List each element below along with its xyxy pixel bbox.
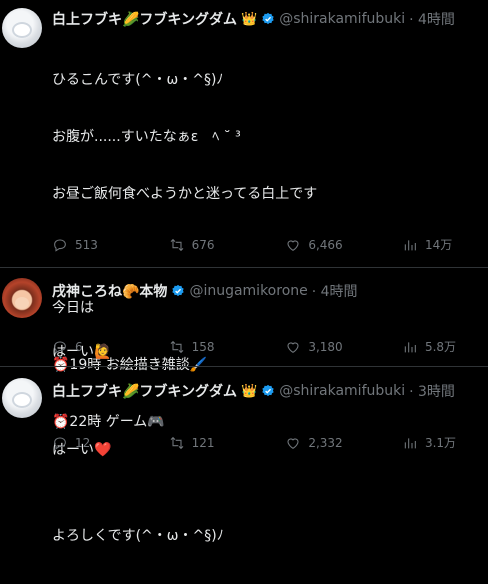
view-count: 5.8万	[424, 340, 457, 354]
divider	[0, 267, 488, 268]
tweet-header: 白上フブキ🌽フブキングダム 👑 @shirakamifubuki · 4時間	[52, 9, 455, 29]
views-button[interactable]: 3.1万	[402, 434, 462, 451]
reply-icon	[54, 238, 66, 252]
tweet-actions: 513 676 6,466 14万	[52, 236, 462, 253]
text-line: お昼ご飯何食べようかと迷ってる白上です	[52, 186, 318, 202]
reply-button[interactable]: 12	[52, 434, 112, 451]
divider	[0, 366, 488, 367]
reply-icon	[54, 436, 66, 450]
retweet-icon	[170, 340, 184, 353]
like-button[interactable]: 6,466	[285, 236, 345, 253]
reply-count: 6	[75, 339, 83, 354]
heart-icon	[287, 239, 299, 251]
verified-badge-icon	[262, 384, 274, 397]
view-count: 14万	[424, 238, 453, 252]
crown-emoji: 👑	[241, 11, 258, 27]
tweet-2[interactable]: 戌神ころね🥐本物 @inugamikorone · 4時間 はーい🙋 6 158…	[0, 272, 488, 367]
reply-count: 12	[75, 435, 91, 450]
reply-button[interactable]: 6	[52, 338, 112, 355]
retweet-count: 676	[191, 237, 215, 252]
text-line: よろしくです(^・ω・^§)ﾉ	[52, 528, 224, 544]
like-count: 3,180	[308, 339, 343, 354]
handle[interactable]: @shirakamifubuki	[279, 383, 405, 399]
like-count: 2,332	[308, 435, 343, 450]
tweet-actions: 6 158 3,180 5.8万	[52, 338, 462, 355]
crown-emoji: 👑	[241, 383, 258, 399]
heart-icon	[287, 437, 299, 449]
text-line: お腹が......すいたなぁε ﾍ ˘ ³	[52, 129, 241, 145]
avatar[interactable]	[2, 378, 42, 418]
like-count: 6,466	[308, 237, 343, 252]
timestamp[interactable]: · 4時間	[409, 9, 455, 29]
reply-count: 513	[75, 237, 98, 252]
tweet-1[interactable]: 白上フブキ🌽フブキングダム 👑 @shirakamifubuki · 4時間 ひ…	[0, 0, 488, 544]
retweet-icon	[170, 436, 184, 449]
tweet-actions: 12 121 2,332 3.1万	[52, 434, 462, 451]
retweet-button[interactable]: 121	[169, 434, 229, 451]
reply-button[interactable]: 513	[52, 236, 112, 253]
like-button[interactable]: 3,180	[285, 338, 345, 355]
tweet-header: 戌神ころね🥐本物 @inugamikorone · 4時間	[52, 281, 358, 301]
heart-icon	[287, 341, 299, 353]
tweet-header: 白上フブキ🌽フブキングダム 👑 @shirakamifubuki · 3時間	[52, 381, 455, 401]
timestamp[interactable]: · 4時間	[312, 281, 358, 301]
like-button[interactable]: 2,332	[285, 434, 345, 451]
retweet-count: 121	[191, 435, 215, 450]
tweet-3[interactable]: 白上フブキ🌽フブキングダム 👑 @shirakamifubuki · 3時間 は…	[0, 372, 488, 466]
verified-badge-icon	[262, 12, 274, 25]
views-bar-icon	[404, 437, 416, 448]
retweet-button[interactable]: 158	[169, 338, 229, 355]
reply-icon	[54, 340, 66, 354]
handle[interactable]: @inugamikorone	[189, 283, 307, 299]
display-name[interactable]: 戌神ころね🥐本物	[52, 281, 167, 301]
view-count: 3.1万	[424, 436, 457, 450]
avatar[interactable]	[2, 8, 42, 48]
retweet-count: 158	[191, 339, 215, 354]
views-button[interactable]: 5.8万	[402, 338, 462, 355]
views-bar-icon	[404, 239, 416, 250]
display-name[interactable]: 白上フブキ🌽フブキングダム	[52, 381, 237, 401]
views-button[interactable]: 14万	[402, 236, 462, 253]
text-line: ひるこんです(^・ω・^§)ﾉ	[52, 72, 224, 88]
avatar[interactable]	[2, 278, 42, 318]
retweet-icon	[170, 238, 184, 251]
retweet-button[interactable]: 676	[169, 236, 229, 253]
handle[interactable]: @shirakamifubuki	[279, 11, 405, 27]
timestamp[interactable]: · 3時間	[409, 381, 455, 401]
verified-badge-icon	[172, 284, 185, 297]
views-bar-icon	[404, 341, 416, 352]
display-name[interactable]: 白上フブキ🌽フブキングダム	[52, 9, 237, 29]
